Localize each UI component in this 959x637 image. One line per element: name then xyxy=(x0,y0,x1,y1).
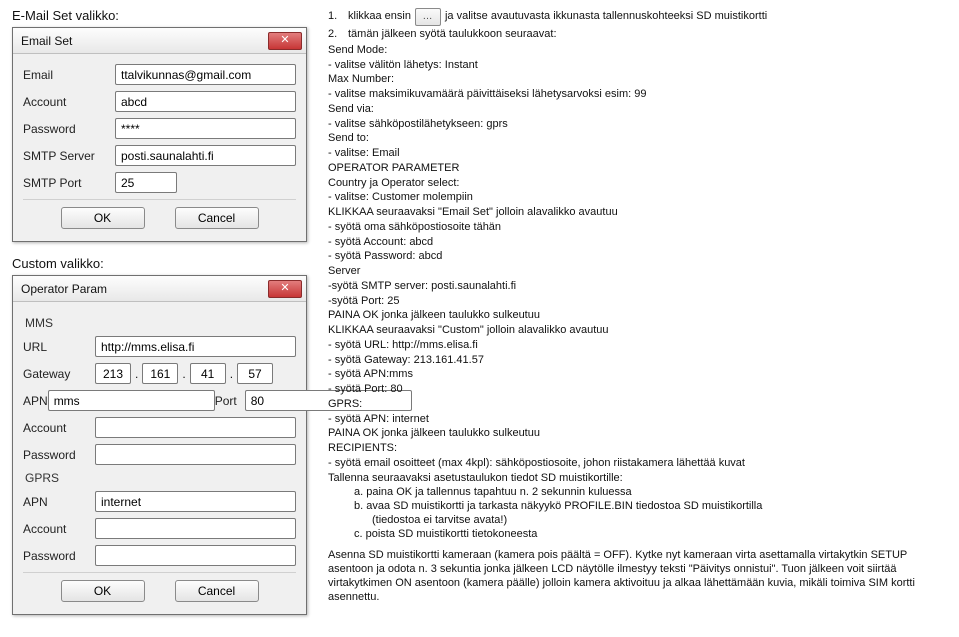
instr-line: - syötä Gateway: 213.161.41.57 xyxy=(328,354,947,368)
gateway-seg-2[interactable] xyxy=(142,363,178,384)
sub-b: b. avaa SD muistikortti ja tarkasta näky… xyxy=(328,500,947,514)
operator-param-dialog: Operator Param ✕ MMS URL Gateway . . xyxy=(12,275,307,615)
email-input[interactable] xyxy=(115,64,296,85)
instr-line: - syötä APN: internet xyxy=(328,413,947,427)
url-label: URL xyxy=(23,340,95,354)
email-set-heading: E-Mail Set valikko: xyxy=(12,8,314,23)
instr-line: - valitse välitön lähetys: Instant xyxy=(328,59,947,73)
step-number: 1. xyxy=(328,10,348,24)
gateway-label: Gateway xyxy=(23,367,95,381)
instr-line: - syötä Password: abcd xyxy=(328,250,947,264)
smtp-port-input[interactable] xyxy=(115,172,177,193)
ok-button[interactable]: OK xyxy=(61,580,145,602)
instr-line: KLIKKAA seuraavaksi "Custom" jolloin ala… xyxy=(328,324,947,338)
instr-line: - syötä email osoitteet (max 4kpl): sähk… xyxy=(328,457,947,471)
smtp-server-label: SMTP Server xyxy=(23,149,115,163)
ok-button[interactable]: OK xyxy=(61,207,145,229)
gprs-apn-input[interactable] xyxy=(95,491,296,512)
instr-line: Tallenna seuraavaksi asetustaulukon tied… xyxy=(328,472,947,486)
gateway-seg-3[interactable] xyxy=(190,363,226,384)
email-label: Email xyxy=(23,68,115,82)
instr-line: PAINA OK jonka jälkeen taulukko sulkeutu… xyxy=(328,309,947,323)
mms-group-label: MMS xyxy=(25,316,296,330)
gprs-account-label: Account xyxy=(23,522,95,536)
close-icon[interactable]: ✕ xyxy=(268,280,302,298)
sub-a: a. paina OK ja tallennus tapahtuu n. 2 s… xyxy=(328,486,947,500)
gprs-account-input[interactable] xyxy=(95,518,296,539)
instr-line: Max Number: xyxy=(328,73,947,87)
gateway-seg-4[interactable] xyxy=(237,363,273,384)
ip-dot: . xyxy=(226,367,237,381)
instr-line: PAINA OK jonka jälkeen taulukko sulkeutu… xyxy=(328,427,947,441)
port-label: Port xyxy=(215,394,245,408)
account-input[interactable] xyxy=(115,91,296,112)
mms-account-input[interactable] xyxy=(95,417,296,438)
sub-b2: (tiedostoa ei tarvitse avata!) xyxy=(328,514,947,528)
step-number: 2. xyxy=(328,28,348,42)
instr-line: RECIPIENTS: xyxy=(328,442,947,456)
instr-line: - valitse maksimikuvamäärä päivittäiseks… xyxy=(328,88,947,102)
gprs-apn-label: APN xyxy=(23,495,95,509)
instr-line: - syötä oma sähköpostiosoite tähän xyxy=(328,221,947,235)
footer-paragraph: Asenna SD muistikortti kameraan (kamera … xyxy=(328,549,947,604)
close-icon[interactable]: ✕ xyxy=(268,32,302,50)
mms-password-input[interactable] xyxy=(95,444,296,465)
password-input[interactable] xyxy=(115,118,296,139)
instr-line: OPERATOR PARAMETER xyxy=(328,162,947,176)
instr-line: Send to: xyxy=(328,132,947,146)
instr-line: - valitse: Email xyxy=(328,147,947,161)
instr-line: - valitse: Customer molempiin xyxy=(328,191,947,205)
step1-post: ja valitse avautuvasta ikkunasta tallenn… xyxy=(445,10,767,24)
ip-dot: . xyxy=(178,367,189,381)
step2-text: tämän jälkeen syötä taulukkoon seuraavat… xyxy=(348,28,557,42)
apn-label: APN xyxy=(23,394,48,408)
sub-c: c. poista SD muistikortti tietokoneesta xyxy=(328,528,947,542)
cancel-button[interactable]: Cancel xyxy=(175,580,259,602)
instr-line: -syötä SMTP server: posti.saunalahti.fi xyxy=(328,280,947,294)
smtp-server-input[interactable] xyxy=(115,145,296,166)
gateway-seg-1[interactable] xyxy=(95,363,131,384)
ip-dot: . xyxy=(131,367,142,381)
gprs-password-input[interactable] xyxy=(95,545,296,566)
instructions-text: 1. klikkaa ensin … ja valitse avautuvast… xyxy=(322,8,947,605)
mms-account-label: Account xyxy=(23,421,95,435)
instr-line: - syötä APN:mms xyxy=(328,368,947,382)
password-label: Password xyxy=(23,122,115,136)
url-input[interactable] xyxy=(95,336,296,357)
email-set-dialog: Email Set ✕ Email Account Password SMTP … xyxy=(12,27,307,242)
instr-line: Send via: xyxy=(328,103,947,117)
instr-line: - syötä Account: abcd xyxy=(328,236,947,250)
instr-line: - valitse sähköpostilähetykseen: gprs xyxy=(328,118,947,132)
instr-line: - syötä URL: http://mms.elisa.fi xyxy=(328,339,947,353)
email-set-title: Email Set xyxy=(21,34,268,48)
instr-line: Country ja Operator select: xyxy=(328,177,947,191)
ellipsis-button-icon: … xyxy=(415,8,441,26)
instr-line: -syötä Port: 25 xyxy=(328,295,947,309)
instr-line: Send Mode: xyxy=(328,44,947,58)
smtp-port-label: SMTP Port xyxy=(23,176,115,190)
instr-line: Server xyxy=(328,265,947,279)
cancel-button[interactable]: Cancel xyxy=(175,207,259,229)
instr-line: - syötä Port: 80 xyxy=(328,383,947,397)
apn-input[interactable] xyxy=(48,390,215,411)
operator-param-title: Operator Param xyxy=(21,282,268,296)
mms-password-label: Password xyxy=(23,448,95,462)
gprs-password-label: Password xyxy=(23,549,95,563)
gprs-group-label: GPRS xyxy=(25,471,296,485)
step1-pre: klikkaa ensin xyxy=(348,10,411,24)
instr-line: GPRS: xyxy=(328,398,947,412)
custom-heading: Custom valikko: xyxy=(12,256,314,271)
instr-line: KLIKKAA seuraavaksi "Email Set" jolloin … xyxy=(328,206,947,220)
account-label: Account xyxy=(23,95,115,109)
